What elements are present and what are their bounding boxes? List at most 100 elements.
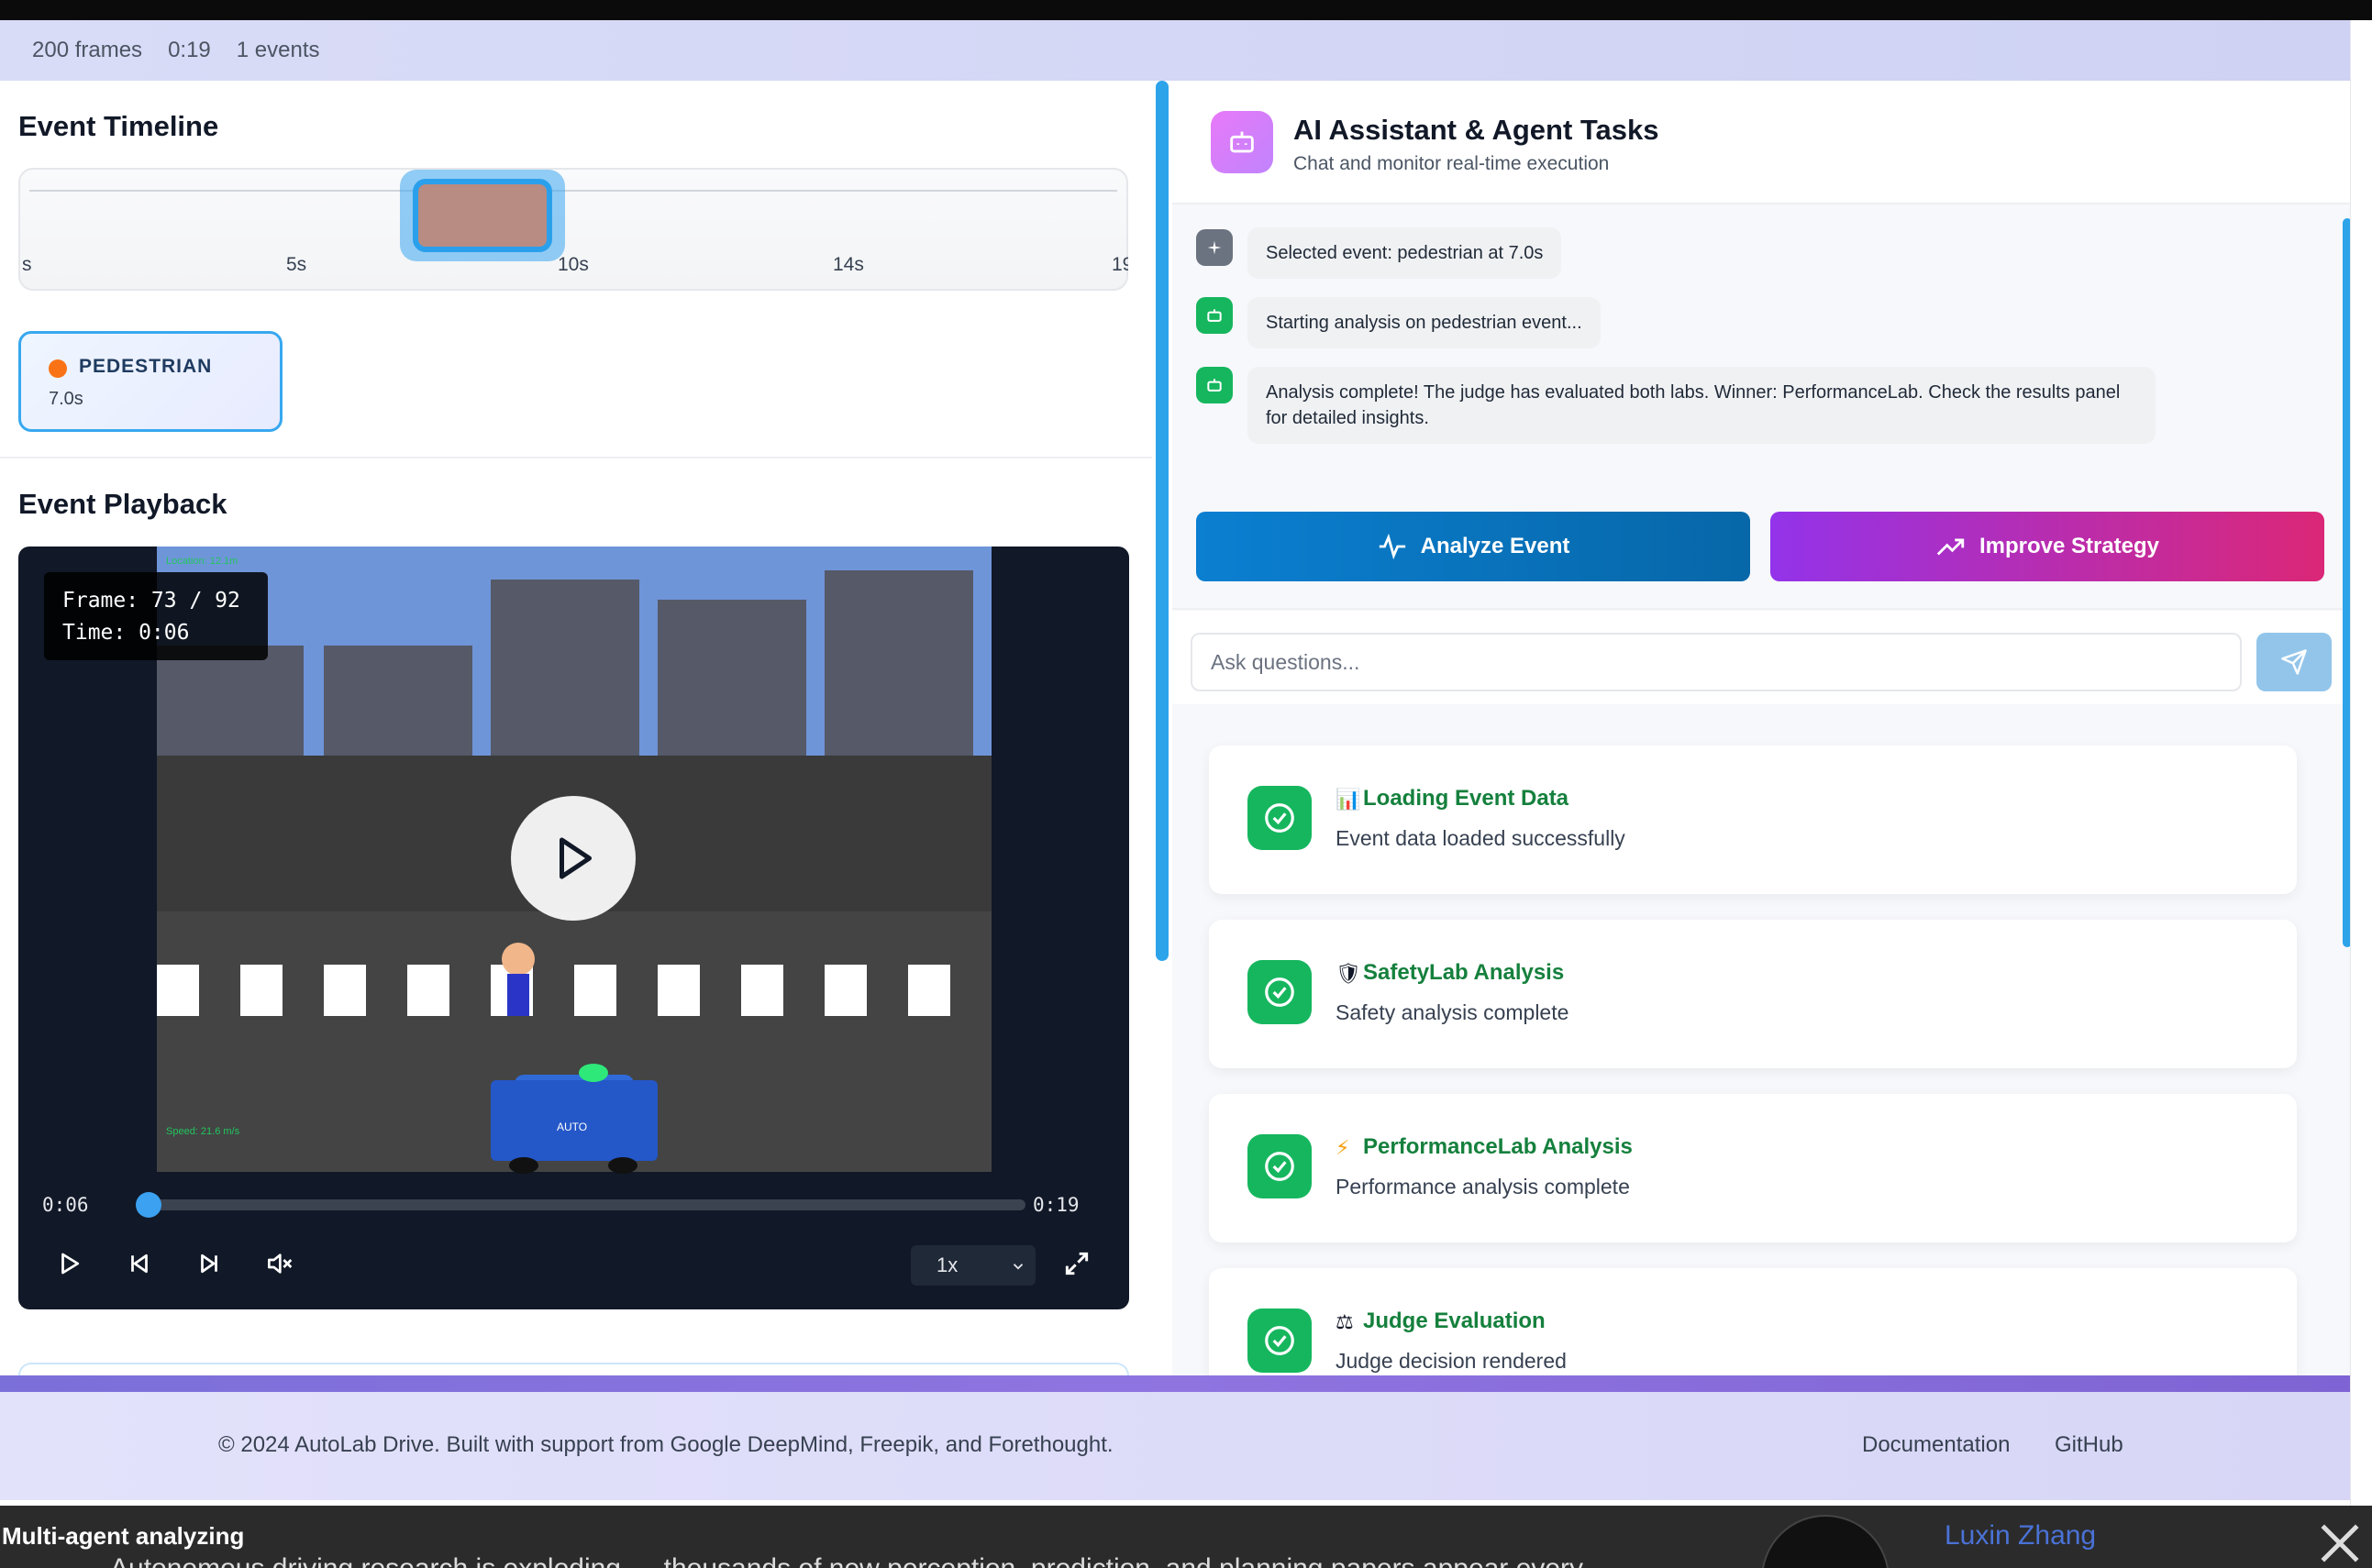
hud-speed: Speed: 21.6 m/s: [166, 1126, 240, 1137]
robot-icon: [1196, 297, 1233, 334]
timeline-tick: s: [22, 254, 32, 275]
event-dot: [49, 359, 67, 378]
expand-icon: [1065, 1252, 1089, 1275]
building: [491, 580, 639, 756]
timeline-track: [29, 190, 1117, 192]
skip-back-button[interactable]: [121, 1245, 158, 1282]
chat-message: Selected event: pedestrian at 7.0s: [1247, 227, 1562, 279]
author-name[interactable]: Luxin Zhang: [1945, 1520, 2096, 1551]
assistant-header: AI Assistant & Agent Tasks Chat and moni…: [1172, 81, 2350, 204]
timeline-tick: 5s: [286, 254, 307, 275]
hud-top: Location: 12.1m: [166, 556, 238, 567]
left-scrollbar[interactable]: [1156, 81, 1169, 961]
timeline-event-marker[interactable]: [400, 170, 565, 261]
building: [157, 646, 304, 756]
crosswalk-stripe: [658, 965, 700, 1016]
chat-message: Analysis complete! The judge has evaluat…: [1247, 367, 2156, 444]
improve-strategy-button[interactable]: Improve Strategy: [1770, 512, 2324, 581]
check-circle-icon: [1247, 1134, 1312, 1198]
event-card-pedestrian[interactable]: PEDESTRIAN 7.0s: [18, 331, 283, 432]
check-circle-icon: [1247, 786, 1312, 850]
events-count: 1 events: [236, 38, 320, 62]
seek-knob[interactable]: [136, 1192, 161, 1218]
section-divider: [1172, 608, 2350, 610]
mute-button[interactable]: [260, 1245, 297, 1282]
overlay-title: Multi-agent analyzing: [2, 1522, 245, 1550]
robot-icon: [1196, 367, 1233, 403]
car-wheel: [608, 1157, 637, 1174]
activity-icon: [1379, 533, 1405, 560]
lightning-icon: ⚡: [1336, 1136, 1350, 1159]
assistant-subtitle: Chat and monitor real-time execution: [1293, 153, 1610, 174]
overlay-body: Autonomous driving research is exploding…: [110, 1553, 1583, 1568]
shield-icon: 🛡: [1336, 962, 1361, 985]
frame-info-overlay: Frame: 73 / 92 Time: 0:06: [44, 572, 268, 660]
scales-icon: ⚖: [1336, 1310, 1354, 1333]
footer-copyright: © 2024 AutoLab Drive. Built with support…: [218, 1432, 1114, 1457]
building: [324, 646, 472, 756]
sparkle-icon: [1196, 229, 1233, 266]
playback-title: Event Playback: [18, 488, 227, 520]
send-button[interactable]: [2256, 633, 2332, 691]
close-button[interactable]: [2317, 1520, 2363, 1566]
fullscreen-button[interactable]: [1059, 1245, 1095, 1282]
task-card: ⚖ Judge Evaluation Judge decision render…: [1209, 1268, 2297, 1375]
seek-bar[interactable]: [136, 1192, 1025, 1218]
trending-up-icon: [1936, 538, 1965, 556]
task-card: 🛡 SafetyLab Analysis Safety analysis com…: [1209, 920, 2297, 1068]
crosswalk-stripe: [324, 965, 366, 1016]
task-status: Judge decision rendered: [1336, 1349, 1567, 1373]
window-edge: [2350, 20, 2372, 1506]
frames-count: 200 frames: [32, 38, 143, 62]
frame-counter: Frame: 73 / 92: [62, 589, 240, 613]
building: [658, 600, 806, 756]
play-overlay-button[interactable]: [511, 796, 636, 921]
play-button[interactable]: [51, 1245, 88, 1282]
skip-forward-icon: [201, 1253, 217, 1274]
crosswalk-stripe: [825, 965, 867, 1016]
task-card: ⚡ PerformanceLab Analysis Performance an…: [1209, 1094, 2297, 1242]
building: [825, 570, 973, 756]
crosswalk-stripe: [240, 965, 283, 1016]
skip-back-icon: [131, 1253, 148, 1274]
task-title: PerformanceLab Analysis: [1363, 1134, 1633, 1159]
analyze-event-button[interactable]: Analyze Event: [1196, 512, 1750, 581]
crosswalk-stripe: [574, 965, 616, 1016]
task-status: Event data loaded successfully: [1336, 826, 1625, 850]
improve-label: Improve Strategy: [1979, 534, 2160, 558]
check-circle-icon: [1247, 960, 1312, 1024]
task-title: Judge Evaluation: [1363, 1309, 1546, 1333]
volume-muted-icon: [268, 1253, 293, 1274]
chat-input-area: Ask questions...: [1172, 611, 2350, 704]
documentation-link[interactable]: Documentation: [1862, 1432, 2010, 1458]
pedestrian-body: [507, 974, 529, 1016]
check-circle-icon: [1247, 1309, 1312, 1373]
playback-speed-select[interactable]: 1x: [911, 1245, 1036, 1286]
pedestrian-head: [502, 943, 535, 976]
event-timeline[interactable]: s 5s 10s 14s 19: [18, 168, 1128, 291]
car-wheel: [509, 1157, 538, 1174]
github-link[interactable]: GitHub: [2055, 1432, 2123, 1458]
skip-forward-button[interactable]: [191, 1245, 227, 1282]
next-section-edge: [18, 1363, 1129, 1375]
crosswalk-stripe: [908, 965, 950, 1016]
frame-time: Time: 0:06: [62, 621, 190, 645]
left-pane: Event Timeline s 5s 10s 14s 19 PEDESTRIA…: [0, 81, 1152, 1375]
assistant-pane: AI Assistant & Agent Tasks Chat and moni…: [1172, 81, 2350, 1375]
crosswalk-stripe: [407, 965, 449, 1016]
speed-value: 1x: [937, 1253, 959, 1276]
total-time: 0:19: [1033, 1194, 1080, 1216]
footer-stripe: [0, 1375, 2350, 1392]
event-time: 7.0s: [49, 389, 83, 409]
timeline-tick: 10s: [558, 254, 589, 275]
ask-input[interactable]: Ask questions...: [1191, 633, 2242, 691]
crosswalk-stripe: [157, 965, 199, 1016]
current-time: 0:06: [42, 1194, 89, 1216]
analyze-label: Analyze Event: [1420, 534, 1570, 558]
top-black-bar: [0, 0, 2372, 20]
robot-badge: [1211, 111, 1273, 173]
timeline-tick: 19: [1112, 254, 1128, 275]
task-status: Safety analysis complete: [1336, 1000, 1569, 1024]
video-player[interactable]: AUTO Speed: 21.6 m/s Location: 12.1m Fra…: [18, 547, 1129, 1309]
send-icon: [2281, 649, 2307, 675]
